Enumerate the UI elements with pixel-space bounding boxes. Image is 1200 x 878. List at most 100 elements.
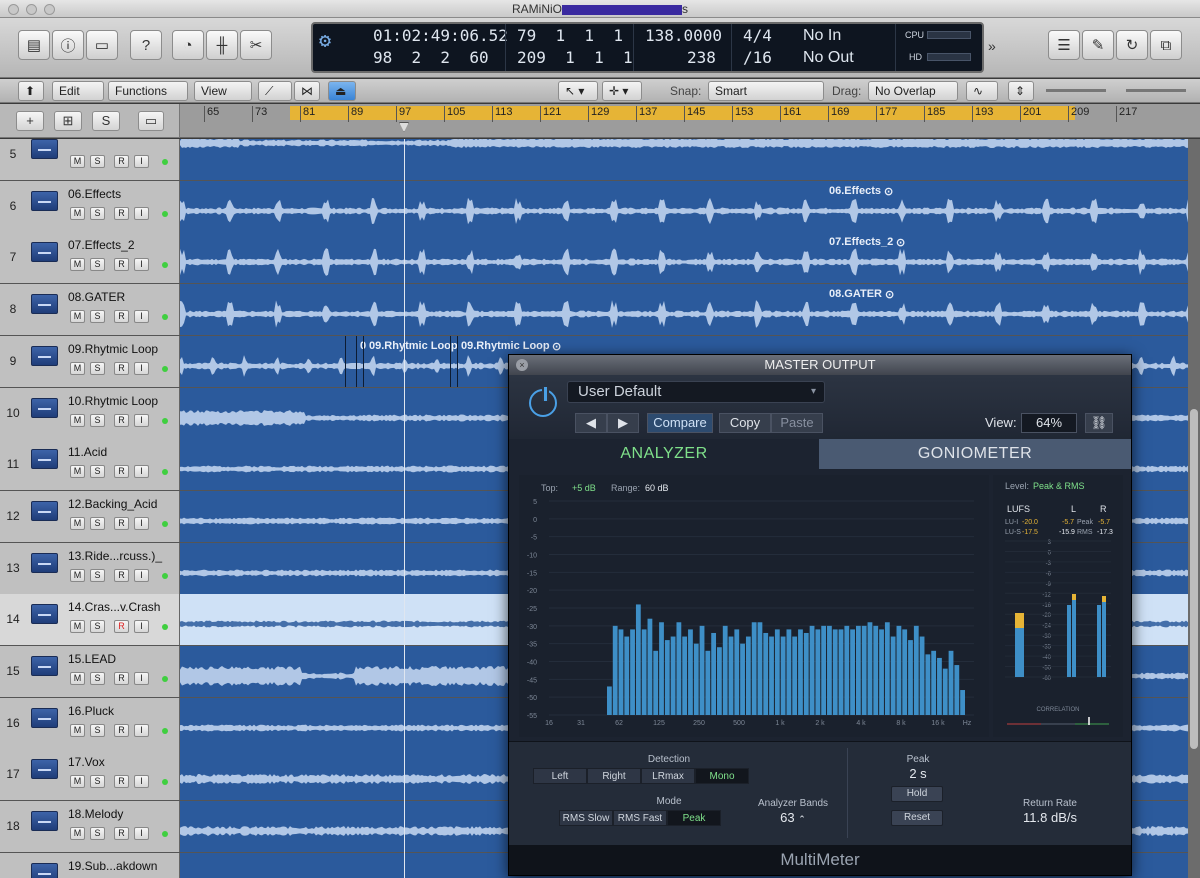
track-row[interactable]: 6 06.Effects M S R I 06.Effects ⊙ [0,180,1200,233]
compare-button[interactable]: Compare [647,413,713,433]
vertical-zoom-slider[interactable] [1046,89,1106,92]
solo-button[interactable]: S [90,155,105,168]
tempo-value[interactable]: 138.0000 [645,26,722,46]
preset-select[interactable]: User Default ▾ [567,381,825,403]
detection-mono[interactable]: Mono [695,768,749,784]
division[interactable]: /16 [743,48,772,68]
track-name[interactable]: 18.Melody [68,807,123,821]
input-monitor-button[interactable]: I [134,775,149,789]
track-name[interactable]: 15.LEAD [68,652,116,666]
input-monitor-button[interactable]: I [134,620,149,634]
track-lane[interactable]: 06.Effects ⊙ [180,180,1200,232]
solo-button[interactable]: S [90,310,105,324]
input-monitor-button[interactable]: I [134,258,149,272]
time-signature[interactable]: 4/4 [743,26,772,46]
mode-rms-fast[interactable]: RMS Fast [613,810,667,826]
mixer-button[interactable]: ╫ [206,30,238,60]
mute-button[interactable]: M [70,775,85,789]
track-name[interactable]: 06.Effects [68,187,121,201]
record-button[interactable]: R [114,723,129,737]
return-rate-value[interactable]: 11.8 dB/s [995,810,1105,825]
analyzer-bands-value[interactable]: 63 ⌃ [745,810,841,825]
automation-button[interactable]: ⟋ [258,81,292,101]
catch-button[interactable]: ⏏ [328,81,356,101]
input-monitor-button[interactable]: I [134,155,149,168]
region-name[interactable]: 09.Rhytmic Loop [461,340,550,352]
bar-ruler[interactable]: 65 73 81 89 97 105 113 121 129 137 145 153 161 169 177… [180,104,1200,138]
record-button[interactable]: R [114,206,129,220]
playhead-marker[interactable] [399,122,409,132]
track-name[interactable]: 13.Ride...rcuss.)_ [68,549,162,563]
edit-menu[interactable]: Edit [52,81,104,101]
view-menu[interactable]: View [194,81,252,101]
horizontal-zoom-slider[interactable] [1126,89,1186,92]
mode-rms-slow[interactable]: RMS Slow [559,810,613,826]
view-zoom-select[interactable]: 64% [1021,413,1077,433]
input-monitor-button[interactable]: I [134,723,149,737]
mute-button[interactable]: M [70,827,85,841]
copy-button[interactable]: Copy [719,413,771,433]
peak-hold-value[interactable]: 2 s [885,766,951,781]
track-name[interactable]: 08.GATER [68,290,125,304]
track-name[interactable]: 16.Pluck [68,704,114,718]
input-monitor-button[interactable]: I [134,672,149,685]
plugin-close-button[interactable]: × [516,359,528,371]
record-button[interactable]: R [114,361,129,375]
solo-button[interactable]: S [90,413,105,427]
tab-goniometer[interactable]: GONIOMETER [819,439,1131,469]
track-lane[interactable]: 08.GATER ⊙ [180,284,1200,336]
track-header[interactable]: 17 17.Vox M S R I [0,749,180,801]
track-row[interactable]: 5 MSRI [0,139,1200,181]
record-button[interactable]: R [114,620,129,634]
global-solo-button[interactable]: S [92,111,120,131]
mute-button[interactable]: M [70,310,85,324]
mute-button[interactable]: M [70,206,85,220]
snap-select[interactable]: Smart [708,81,824,101]
mute-button[interactable]: M [70,361,85,375]
track-header[interactable]: 12 12.Backing_Acid M S R I [0,490,180,542]
library-button[interactable]: ▤ [18,30,50,60]
track-header[interactable]: 19.Sub...akdownMSRI [0,852,180,878]
track-name[interactable]: 11.Acid [68,445,107,459]
input-monitor-button[interactable]: I [134,206,149,220]
mute-button[interactable]: M [70,258,85,272]
input-monitor-button[interactable]: I [134,827,149,841]
region-name[interactable]: 07.Effects_2 [829,236,893,248]
loops-button[interactable]: ↻ [1116,30,1148,60]
track-header[interactable]: 16 16.Pluck M S R I [0,697,180,749]
track-header[interactable]: 18 18.Melody M S R I [0,801,180,853]
up-arrow-button[interactable]: ⬆ [18,81,44,101]
solo-button[interactable]: S [90,620,105,634]
hold-button[interactable]: Hold [891,786,943,802]
global-tracks-button[interactable]: ▭ [138,111,164,131]
flex-button[interactable]: ⋈ [294,81,320,101]
input-monitor-button[interactable]: I [134,310,149,324]
drag-select[interactable]: No Overlap [868,81,958,101]
input-monitor-button[interactable]: I [134,568,149,582]
smart-controls-button[interactable]: ◔ [172,30,204,60]
track-header[interactable]: 8 08.GATER M S R I [0,284,180,336]
editors-button[interactable]: ✂ [240,30,272,60]
track-lane[interactable] [180,139,1200,180]
solo-button[interactable]: S [90,723,105,737]
link-button[interactable]: ⛓ [1085,413,1113,433]
add-track-button[interactable]: + [16,111,44,131]
record-button[interactable]: R [114,516,129,530]
gear-icon[interactable]: ⚙ [319,30,331,50]
input-monitor-button[interactable]: I [134,361,149,375]
mute-button[interactable]: M [70,568,85,582]
detection-left[interactable]: Left [533,768,587,784]
previous-preset-button[interactable]: ◀ [575,413,607,433]
list-editors-button[interactable]: ☰ [1048,30,1080,60]
track-row[interactable]: 7 07.Effects_2 M S R I 07.Effects_2 ⊙ [0,232,1200,285]
record-button[interactable]: R [114,465,129,479]
solo-button[interactable]: S [90,568,105,582]
paste-button[interactable]: Paste [771,413,823,433]
input-monitor-button[interactable]: I [134,413,149,427]
waveform-zoom-button[interactable]: ∿ [966,81,998,101]
track-header[interactable]: 9 09.Rhytmic Loop M S R I [0,335,180,387]
record-button[interactable]: R [114,775,129,789]
vertical-scrollbar[interactable] [1188,139,1200,878]
help-button[interactable]: ? [130,30,162,60]
pointer-tool-menu[interactable]: ↖ ▾ [558,81,598,101]
